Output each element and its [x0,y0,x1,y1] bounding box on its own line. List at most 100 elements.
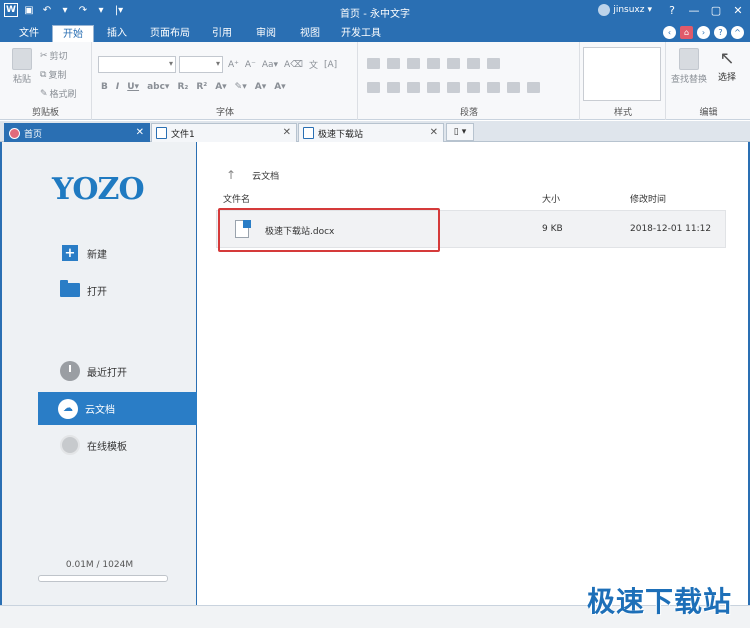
bold-icon[interactable]: B [101,82,108,92]
clock-icon [60,361,80,381]
edit-group: 查找替换 ↖ 选择 编辑 [667,42,750,120]
sidebar-item-new[interactable]: + 新建 [2,238,197,268]
tab-view[interactable]: 视图 [290,25,330,42]
font-color-icon[interactable]: A▾ [255,82,266,92]
sidebar-item-recent[interactable]: 最近打开 [2,356,197,386]
change-case-icon[interactable]: Aa▾ [262,60,278,70]
justify-icon[interactable] [427,82,440,93]
tab-developer[interactable]: 开发工具 [334,25,388,42]
ribbon: 粘贴 ✂剪切 ⧉复制 ✎格式刷 剪贴板 A⁺ A⁻ Aa▾ A⌫ 文 [A] B… [0,42,750,120]
format-painter-label: 格式刷 [49,90,77,100]
close-icon[interactable]: ✕ [730,2,746,18]
copy-button[interactable]: ⧉ 复制 [40,68,66,82]
maximize-icon[interactable]: ▢ [708,2,724,18]
table-header: 文件名 大小 修改时间 [223,192,725,206]
numbered-list-icon[interactable] [387,58,400,69]
column-modified-header[interactable]: 修改时间 [630,192,666,205]
new-tab-button[interactable]: ▯ ▾ [446,123,474,141]
tab-insert[interactable]: 插入 [96,25,138,42]
font-size-select[interactable] [179,56,223,73]
sidebar-item-label: 新建 [87,249,107,261]
find-replace-button[interactable]: 查找替换 [669,48,709,85]
paste-button[interactable]: 粘贴 [8,48,36,85]
sort-icon[interactable] [467,58,480,69]
doc-tab-home[interactable]: 首页 ✕ [4,123,150,142]
font-name-select[interactable] [98,56,176,73]
distribute-icon[interactable] [447,82,460,93]
sidebar-item-label: 最近打开 [87,367,127,379]
cloud-file-list: ↑ 云文档 文件名 大小 修改时间 极速下载站.docx 9 KB 2018-1… [198,142,748,605]
home-icon [9,127,20,139]
format-painter-button[interactable]: ✎ 格式刷 [40,87,77,101]
increase-indent-icon[interactable] [447,58,460,69]
border-char-icon[interactable]: [A] [324,60,337,70]
close-icon[interactable]: ✕ [430,127,438,138]
cut-button[interactable]: ✂ 剪切 [40,49,68,63]
show-marks-icon[interactable] [487,58,500,69]
template-icon [60,435,80,455]
text-effect-icon[interactable]: A▾ [215,82,226,92]
column-size-header[interactable]: 大小 [542,192,560,205]
align-center-icon[interactable] [387,82,400,93]
sidebar-item-open[interactable]: 打开 [2,275,197,305]
italic-icon[interactable]: I [116,82,119,92]
font-style-tools: B I U▾ abc▾ R₂ R² A▾ ✎▾ A▾ A▾ [101,82,286,92]
align-right-icon[interactable] [407,82,420,93]
forward-icon[interactable]: › [697,26,710,39]
scissors-icon: ✂ [40,50,48,61]
help-icon[interactable]: ? [664,2,680,18]
style-gallery[interactable] [583,47,661,101]
doc-tab-label: 极速下载站 [318,129,364,140]
doc-tab-label: 文件1 [171,129,195,140]
shrink-font-icon[interactable]: A⁻ [245,60,256,70]
style-group-label: 样式 [613,108,632,118]
select-button[interactable]: ↖ 选择 [713,48,741,83]
tab-file[interactable]: 文件 [8,25,50,42]
shading-icon[interactable] [487,82,500,93]
char-shading-icon[interactable]: A▾ [274,82,285,92]
tab-home[interactable]: 开始 [52,25,94,42]
clipboard-group-label: 剪贴板 [31,108,59,118]
decrease-indent-icon[interactable] [427,58,440,69]
tab-page-layout[interactable]: 页面布局 [144,25,196,42]
help-icon[interactable]: ? [714,26,727,39]
line-spacing-icon[interactable] [467,82,480,93]
document-tab-bar: 首页 ✕ 文件1 ✕ 极速下载站 ✕ ▯ ▾ [0,121,750,142]
copy-icon: ⧉ [40,69,47,80]
storage-bar [38,575,168,582]
up-arrow-icon[interactable]: ↑ [226,168,236,182]
sidebar-item-templates[interactable]: 在线模板 [2,430,197,460]
menu-bar: 文件 开始 插入 页面布局 引用 审阅 视图 开发工具 ‹ ⌂ › ? ^ [0,23,750,42]
sidebar-item-cloud[interactable]: ☁ 云文档 [38,392,197,425]
underline-icon[interactable]: U▾ [127,82,139,92]
subscript-icon[interactable]: R₂ [177,82,188,92]
user-account[interactable]: jinsuxz ▾ [598,4,652,16]
doc-tab-jisu[interactable]: 极速下载站 ✕ [298,123,444,142]
doc-tab-file1[interactable]: 文件1 ✕ [151,123,297,142]
multilevel-list-icon[interactable] [407,58,420,69]
font-size-tools: A⁺ A⁻ Aa▾ A⌫ 文 [A] [228,58,337,72]
tab-references[interactable]: 引用 [202,25,242,42]
paragraph-mark-icon[interactable] [527,82,540,93]
collapse-ribbon-icon[interactable]: ^ [731,26,744,39]
phonetic-icon[interactable]: 文 [309,58,318,71]
sidebar-item-label: 打开 [87,286,107,298]
tab-review[interactable]: 审阅 [246,25,286,42]
strikethrough-icon[interactable]: abc▾ [147,82,169,92]
superscript-icon[interactable]: R² [196,82,207,92]
borders-icon[interactable] [507,82,520,93]
minimize-icon[interactable]: — [686,2,702,18]
home-icon[interactable]: ⌂ [680,26,693,39]
main-area: YOZO + 新建 打开 最近打开 ☁ 云文档 在线模板 0.01M / 102… [0,142,750,605]
sidebar-item-label: 在线模板 [87,441,127,453]
grow-font-icon[interactable]: A⁺ [228,60,239,70]
close-icon[interactable]: ✕ [136,127,144,138]
bullet-list-icon[interactable] [367,58,380,69]
close-icon[interactable]: ✕ [283,127,291,138]
back-icon[interactable]: ‹ [663,26,676,39]
highlight-icon[interactable]: ✎▾ [235,82,247,92]
user-name: jinsuxz [613,5,645,15]
column-name-header[interactable]: 文件名 [223,192,250,205]
align-left-icon[interactable] [367,82,380,93]
clear-format-icon[interactable]: A⌫ [284,60,303,70]
